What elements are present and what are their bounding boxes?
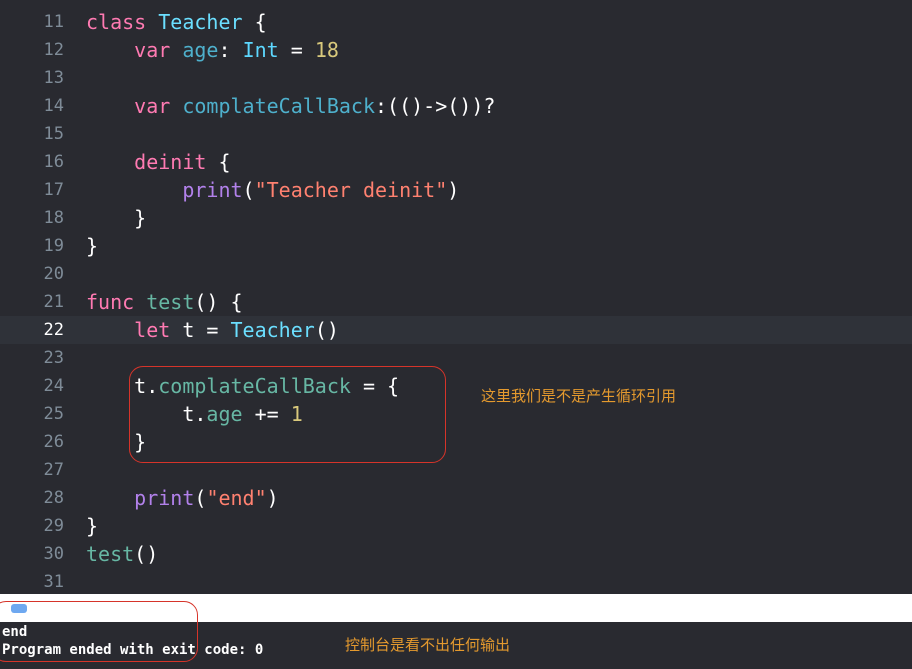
line-code: test() bbox=[86, 540, 158, 568]
console-highlight-box bbox=[0, 601, 198, 662]
code-token: complateCallBack bbox=[182, 94, 375, 118]
code-line[interactable]: 11 class Teacher { bbox=[0, 8, 912, 36]
line-number: 22 bbox=[43, 320, 64, 340]
code-line[interactable]: 22 let t = Teacher() bbox=[0, 316, 912, 344]
code-token: test bbox=[146, 290, 195, 314]
code-editor[interactable]: 11 class Teacher {12 var age: Int = 18 13 1… bbox=[0, 0, 912, 594]
line-number: 24 bbox=[43, 376, 64, 396]
code-token: :(()->())? bbox=[375, 94, 496, 118]
code-token: { bbox=[242, 10, 267, 34]
line-number: 23 bbox=[43, 348, 64, 368]
code-line[interactable]: 16 deinit { bbox=[0, 148, 912, 176]
code-token: Teacher bbox=[158, 10, 243, 34]
code-token: let bbox=[134, 318, 171, 342]
line-code: class Teacher { bbox=[86, 8, 267, 36]
code-token: Teacher bbox=[230, 318, 315, 342]
code-token: var bbox=[134, 94, 171, 118]
line-code: var age: Int = 18 bbox=[86, 36, 339, 64]
code-token: } bbox=[86, 514, 99, 538]
line-code: let t = Teacher() bbox=[86, 316, 339, 344]
code-line[interactable]: 12 var age: Int = 18 bbox=[0, 36, 912, 64]
code-token: deinit bbox=[134, 150, 207, 174]
code-annotation-note: 这里我们是不是产生循环引用 bbox=[481, 387, 677, 405]
line-code: func test() { bbox=[86, 288, 243, 316]
line-number: 13 bbox=[43, 68, 64, 88]
code-token: } bbox=[86, 234, 99, 258]
line-number: 28 bbox=[43, 488, 64, 508]
code-token: : bbox=[218, 38, 243, 62]
line-number: 18 bbox=[43, 208, 64, 228]
code-token: = bbox=[278, 38, 315, 62]
code-token: age bbox=[182, 38, 219, 62]
code-line[interactable]: 21 func test() { bbox=[0, 288, 912, 316]
code-line[interactable]: 31 bbox=[0, 568, 912, 594]
code-token: ) bbox=[447, 178, 460, 202]
code-token: { bbox=[206, 150, 231, 174]
line-number: 11 bbox=[43, 12, 64, 32]
code-line[interactable]: 17 print("Teacher deinit") bbox=[0, 176, 912, 204]
line-number: 15 bbox=[43, 124, 64, 144]
line-number: 17 bbox=[43, 180, 64, 200]
code-token: () bbox=[314, 318, 339, 342]
line-number: 27 bbox=[43, 460, 64, 480]
line-number: 14 bbox=[43, 96, 64, 116]
code-line[interactable]: 14 var complateCallBack:(()->())? bbox=[0, 92, 912, 120]
code-token: t = bbox=[170, 318, 231, 342]
code-token: func bbox=[86, 290, 135, 314]
line-code: } bbox=[86, 512, 98, 540]
line-code: } bbox=[86, 204, 146, 232]
line-number: 16 bbox=[43, 152, 64, 172]
code-token: Int bbox=[242, 38, 279, 62]
line-number: 30 bbox=[43, 544, 64, 564]
code-line[interactable]: 15 bbox=[0, 120, 912, 148]
code-token: } bbox=[86, 206, 147, 230]
code-token: class bbox=[86, 10, 147, 34]
line-number: 12 bbox=[43, 40, 64, 60]
line-code: var complateCallBack:(()->())? bbox=[86, 92, 495, 120]
line-number: 26 bbox=[43, 432, 64, 452]
line-number: 31 bbox=[43, 572, 64, 592]
code-token: ( bbox=[194, 486, 207, 510]
code-line[interactable]: 19} bbox=[0, 232, 912, 260]
code-line[interactable]: 13 bbox=[0, 64, 912, 92]
line-code: } bbox=[86, 232, 98, 260]
code-token: print bbox=[182, 178, 243, 202]
code-token: ( bbox=[242, 178, 255, 202]
code-line[interactable]: 18 } bbox=[0, 204, 912, 232]
code-line[interactable]: 29} bbox=[0, 512, 912, 540]
line-number: 21 bbox=[43, 292, 64, 312]
code-token: test bbox=[86, 542, 135, 566]
code-token: "Teacher deinit" bbox=[254, 178, 448, 202]
code-token: "end" bbox=[206, 486, 267, 510]
code-token: var bbox=[134, 38, 171, 62]
line-number: 25 bbox=[43, 404, 64, 424]
line-code: print("end") bbox=[86, 484, 279, 512]
code-line[interactable]: 20 bbox=[0, 260, 912, 288]
line-number: 20 bbox=[43, 264, 64, 284]
line-code: deinit { bbox=[86, 148, 231, 176]
code-line[interactable]: 28 print("end") bbox=[0, 484, 912, 512]
code-token: () { bbox=[194, 290, 243, 314]
code-token: print bbox=[134, 486, 195, 510]
code-token: 18 bbox=[314, 38, 339, 62]
code-line[interactable]: 30 test() bbox=[0, 540, 912, 568]
code-token: () bbox=[134, 542, 159, 566]
console-annotation-note: 控制台是看不出任何输出 bbox=[345, 636, 511, 654]
closure-highlight-box bbox=[129, 366, 446, 463]
code-token: ) bbox=[266, 486, 279, 510]
line-number: 19 bbox=[43, 236, 64, 256]
line-code: print("Teacher deinit") bbox=[86, 176, 459, 204]
line-number: 29 bbox=[43, 516, 64, 536]
